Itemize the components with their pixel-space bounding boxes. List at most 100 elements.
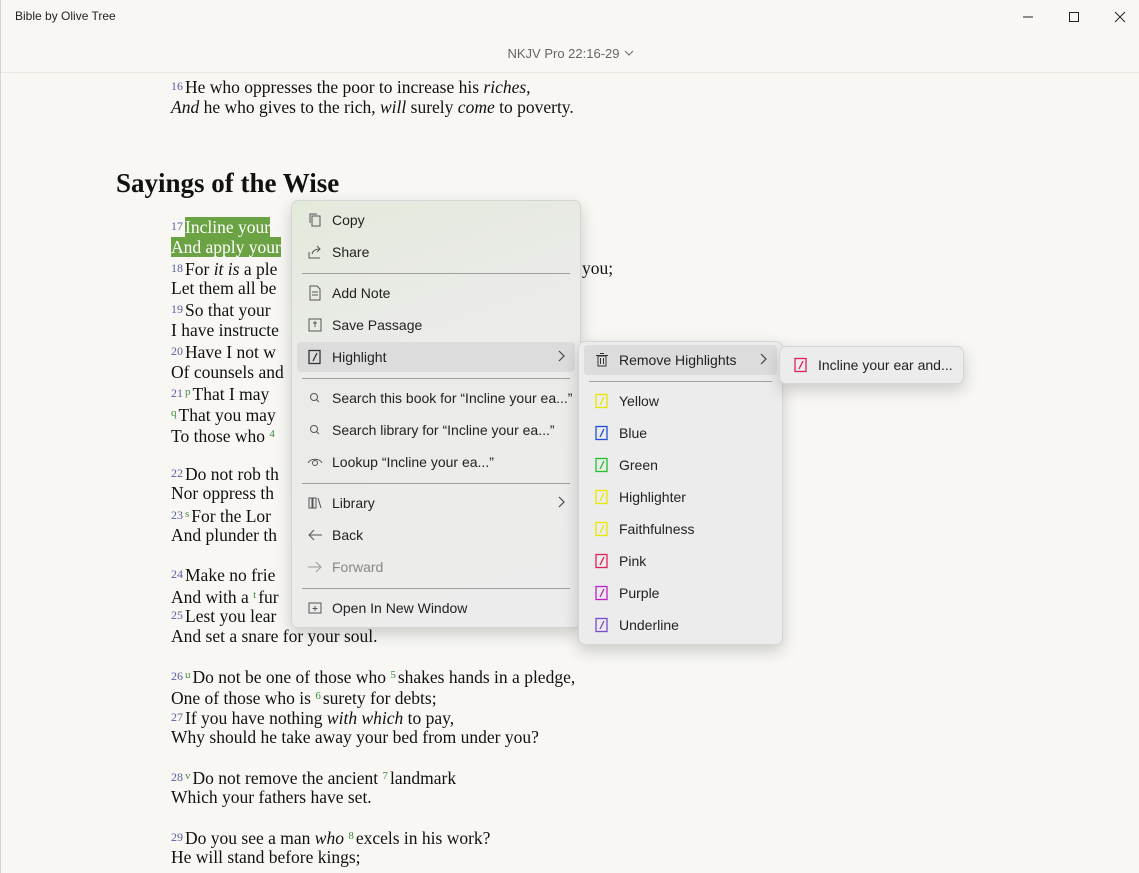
- menu-separator: [302, 483, 570, 484]
- title-bar: Bible by Olive Tree: [1, 0, 1139, 34]
- verse-number: 29: [171, 830, 183, 844]
- highlighted-text[interactable]: Incline your: [185, 217, 271, 237]
- menu-item-label: Copy: [332, 212, 365, 228]
- menu-item-label: Underline: [619, 617, 679, 633]
- verse-text: He who oppresses the poor to increase hi…: [185, 77, 484, 97]
- menu-item-open-new-window[interactable]: Open In New Window: [297, 593, 575, 623]
- forward-arrow-icon: [308, 561, 322, 573]
- menu-separator: [302, 378, 570, 379]
- menu-item-color-highlighter[interactable]: Highlighter: [584, 482, 777, 512]
- menu-item-color-yellow[interactable]: Yellow: [584, 386, 777, 416]
- verse-line: q That you may: [171, 403, 276, 426]
- footnote-marker[interactable]: 7: [383, 770, 389, 782]
- menu-item-highlight[interactable]: Highlight: [297, 342, 575, 372]
- verse-line: 26 u Do not be one of those who 5 shakes ha…: [171, 665, 575, 688]
- verse-text: he who gives to the rich,: [199, 97, 380, 117]
- verse-line: One of those who is 6 surety for debts;: [171, 686, 437, 709]
- verse-text: That you may: [178, 405, 276, 425]
- passage-selector[interactable]: NKJV Pro 22:16-29: [1, 44, 1139, 61]
- footnote-marker[interactable]: 5: [390, 669, 396, 681]
- verse-number: 24: [171, 567, 183, 581]
- verse-text: Do not rob th: [185, 464, 279, 484]
- maximize-button[interactable]: [1051, 0, 1097, 34]
- menu-item-search-library[interactable]: Search library for “Incline your ea...”: [297, 415, 575, 445]
- verse-line: Why should he take away your bed from un…: [171, 727, 539, 747]
- chevron-right-icon: [760, 353, 767, 365]
- highlighted-text[interactable]: And apply your: [171, 237, 281, 257]
- menu-item-color-purple[interactable]: Purple: [584, 578, 777, 608]
- verse-italic: with which: [326, 708, 404, 728]
- menu-item-label: Purple: [619, 585, 660, 601]
- menu-item-remove-highlights[interactable]: Remove Highlights: [584, 345, 777, 375]
- verse-text: For the Lor: [191, 506, 271, 526]
- minimize-button[interactable]: [1005, 0, 1051, 34]
- menu-item-label: Highlighter: [619, 489, 686, 505]
- menu-item-library[interactable]: Library: [297, 488, 575, 518]
- verse-text: That I may: [192, 384, 270, 404]
- verse-italic: riches,: [483, 77, 531, 97]
- remove-highlights-submenu: Incline your ear and...: [779, 346, 964, 384]
- share-icon: [308, 245, 321, 259]
- menu-item-forward[interactable]: Forward: [297, 552, 575, 582]
- menu-item-lookup[interactable]: Lookup “Incline your ea...”: [297, 447, 575, 477]
- menu-item-color-pink[interactable]: Pink: [584, 546, 777, 576]
- verse-line: Let them all be: [171, 278, 277, 298]
- menu-item-label: Open In New Window: [332, 600, 468, 616]
- menu-item-label: Yellow: [619, 393, 659, 409]
- footnote-marker[interactable]: t: [253, 589, 256, 601]
- footnote-marker[interactable]: q: [171, 407, 177, 419]
- verse-number: 26: [171, 669, 183, 683]
- copy-icon: [309, 213, 321, 227]
- verse-line: 28 v Do not remove the ancient 7 landmark: [171, 766, 456, 789]
- verse-number: 28: [171, 770, 183, 784]
- verse-line: 22 Do not rob th: [171, 463, 279, 485]
- verse-line: 23 s For the Lor: [171, 504, 271, 527]
- menu-item-label: Library: [332, 495, 375, 511]
- verse-line: 20 Have I not w: [171, 341, 276, 363]
- verse-italic: come: [457, 97, 495, 117]
- verse-text: Do not be one of those who: [192, 667, 391, 687]
- menu-item-label: Back: [332, 527, 364, 543]
- chevron-down-icon: [624, 44, 634, 59]
- footnote-marker[interactable]: p: [185, 386, 191, 398]
- verse-text: And with a: [171, 587, 254, 607]
- footnote-marker[interactable]: 8: [348, 830, 354, 842]
- menu-item-color-blue[interactable]: Blue: [584, 418, 777, 448]
- verse-line: And plunder th: [171, 525, 277, 545]
- footnote-marker[interactable]: v: [185, 770, 191, 782]
- menu-item-search-book[interactable]: Search this book for “Incline your ea...…: [297, 383, 575, 413]
- menu-separator: [302, 588, 570, 589]
- verse-italic: who: [314, 828, 344, 848]
- menu-item-label: Share: [332, 244, 370, 260]
- menu-item-back[interactable]: Back: [297, 520, 575, 550]
- verse-italic: it is: [213, 259, 240, 279]
- verse-text: So that your: [185, 300, 271, 320]
- verse-italic: And: [171, 97, 200, 117]
- menu-item-color-underline[interactable]: Underline: [584, 610, 777, 640]
- menu-item-save-passage[interactable]: Save Passage: [297, 310, 575, 340]
- footnote-marker[interactable]: 6: [315, 690, 321, 702]
- footnote-marker[interactable]: s: [185, 508, 189, 520]
- menu-item-label: Add Note: [332, 285, 391, 301]
- highlight-green-icon: [595, 457, 608, 473]
- close-button[interactable]: [1097, 0, 1139, 34]
- note-icon: [309, 285, 321, 301]
- highlight-submenu: Remove Highlights Yellow Blue Green Highlig…: [578, 341, 783, 645]
- verse-text: surely: [406, 97, 458, 117]
- verse-text: Do not remove the ancient: [192, 768, 383, 788]
- verse-text: Do you see a man: [185, 828, 315, 848]
- footnote-marker[interactable]: u: [185, 669, 191, 681]
- footnote-marker[interactable]: 4: [269, 428, 275, 440]
- menu-item-color-green[interactable]: Green: [584, 450, 777, 480]
- menu-item-remove-highlight-entry[interactable]: Incline your ear and...: [783, 350, 960, 380]
- verse-number: 19: [171, 302, 183, 316]
- close-icon: [1114, 11, 1126, 23]
- search-icon: [310, 393, 320, 403]
- menu-item-copy[interactable]: Copy: [297, 205, 575, 235]
- menu-item-color-faithfulness[interactable]: Faithfulness: [584, 514, 777, 544]
- menu-item-add-note[interactable]: Add Note: [297, 278, 575, 308]
- highlight-icon: [308, 349, 321, 365]
- menu-item-share[interactable]: Share: [297, 237, 575, 267]
- menu-item-label: Forward: [332, 559, 384, 575]
- chevron-right-icon: [558, 350, 565, 362]
